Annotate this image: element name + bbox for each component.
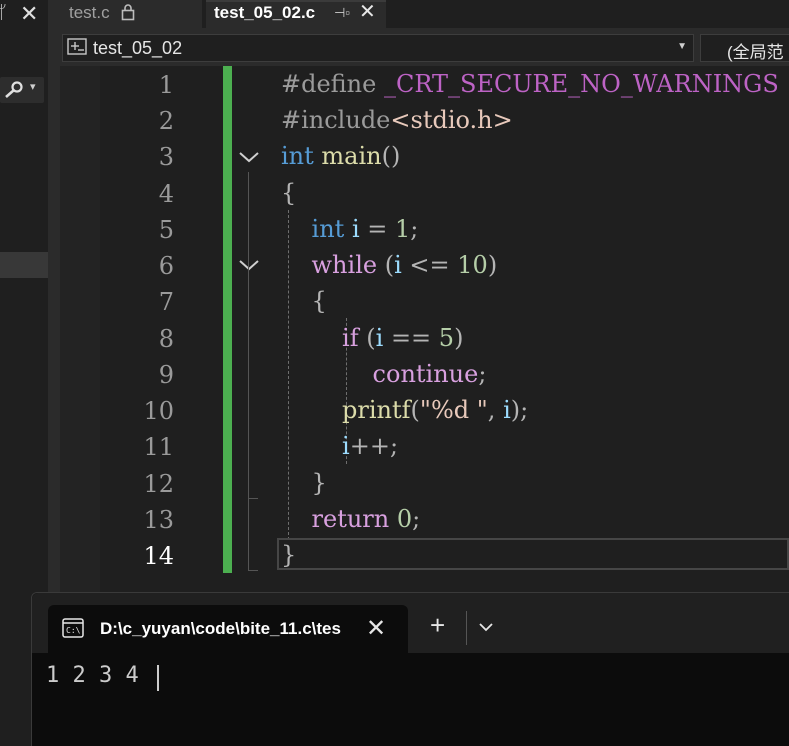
document-tab-strip: test.c test_05_02.c ⊣▫ ✕ xyxy=(60,0,789,30)
line-number: 13 xyxy=(143,506,174,534)
chevron-down-icon: ▾ xyxy=(30,81,36,93)
terminal-window[interactable]: C:\ D:\c_yuyan\code\bite_11.c\tes ✕ + 1 … xyxy=(31,592,789,746)
line-number: 3 xyxy=(158,143,174,171)
terminal-tab-title: D:\c_yuyan\code\bite_11.c\tes xyxy=(100,619,341,638)
code-line-12: } xyxy=(311,469,327,497)
svg-text:C:\: C:\ xyxy=(66,626,81,635)
fold-range-line xyxy=(248,172,249,570)
line-number: 2 xyxy=(158,107,174,135)
code-line-14: } xyxy=(281,541,297,569)
change-tracking-bar xyxy=(223,66,232,573)
code-line-7: { xyxy=(311,287,327,315)
code-line-2: #include<stdio.h> xyxy=(281,106,513,134)
terminal-output: 1 2 3 4 xyxy=(46,663,139,688)
code-line-6: while (i <= 10) xyxy=(311,251,498,279)
search-options-button[interactable]: ▾ xyxy=(0,77,44,103)
code-line-9: continue; xyxy=(372,360,487,388)
tab-label: test.c xyxy=(69,3,110,22)
selected-tree-item[interactable] xyxy=(0,252,48,278)
terminal-tab[interactable]: C:\ D:\c_yuyan\code\bite_11.c\tes ✕ xyxy=(48,605,408,653)
line-number: 11 xyxy=(143,433,174,461)
line-number-current: 14 xyxy=(143,542,174,570)
project-name: test_05_02 xyxy=(93,38,183,58)
tab-label: test_05_02.c xyxy=(214,3,316,22)
scope-dropdown[interactable]: (全局范 xyxy=(700,34,789,62)
code-line-8: if (i == 5) xyxy=(342,324,464,352)
project-dropdown[interactable]: test_05_02 ▼ xyxy=(62,34,694,62)
pin-icon[interactable]: ⊣▫ xyxy=(334,0,350,26)
close-icon[interactable]: ✕ xyxy=(366,614,386,643)
code-line-11: i++; xyxy=(342,432,399,460)
scope-label: (全局范 xyxy=(727,43,784,62)
line-number: 6 xyxy=(158,252,174,280)
terminal-cursor xyxy=(157,665,159,691)
line-number: 7 xyxy=(158,288,174,316)
project-icon xyxy=(67,38,87,55)
code-line-10: printf("%d ", i); xyxy=(342,396,529,424)
line-number: 1 xyxy=(158,71,174,99)
code-line-1: #define _CRT_SECURE_NO_WARNINGS xyxy=(281,70,779,98)
navigation-bar: test_05_02 ▼ (全局范 xyxy=(60,28,789,66)
line-number: 4 xyxy=(158,180,174,208)
ide-window: ᛘ ✕ ▾ test.c test_05_02.c ⊣▫ ✕ test_05_0… xyxy=(0,0,789,746)
line-number: 12 xyxy=(143,470,174,498)
line-number: 5 xyxy=(158,216,174,244)
tab-test-c[interactable]: test.c xyxy=(60,0,202,28)
terminal-icon: C:\ xyxy=(62,618,84,638)
close-icon[interactable]: ✕ xyxy=(20,1,38,27)
fold-range-end xyxy=(248,498,258,499)
code-line-4: { xyxy=(281,179,297,207)
current-line-highlight xyxy=(277,538,789,570)
line-number: 8 xyxy=(158,325,174,353)
line-number: 10 xyxy=(143,397,174,425)
new-tab-button[interactable]: + xyxy=(430,612,445,638)
line-number: 9 xyxy=(158,361,174,389)
tab-test-05-02-c[interactable]: test_05_02.c ⊣▫ ✕ xyxy=(206,0,386,30)
collapse-chevron-icon[interactable] xyxy=(238,254,260,276)
code-line-5: int i = 1; xyxy=(311,215,419,243)
close-icon[interactable]: ✕ xyxy=(359,0,376,25)
collapse-chevron-icon[interactable] xyxy=(238,146,260,168)
code-line-13: return 0; xyxy=(311,505,421,533)
search-icon xyxy=(5,81,23,98)
lock-icon xyxy=(121,4,135,21)
pin-icon[interactable]: ᛘ xyxy=(0,2,7,23)
titlebar-separator xyxy=(466,611,467,645)
chevron-down-icon: ▼ xyxy=(677,41,687,52)
fold-range-end xyxy=(248,570,258,571)
code-line-3: int main() xyxy=(281,142,401,170)
chevron-down-icon[interactable] xyxy=(478,621,494,633)
